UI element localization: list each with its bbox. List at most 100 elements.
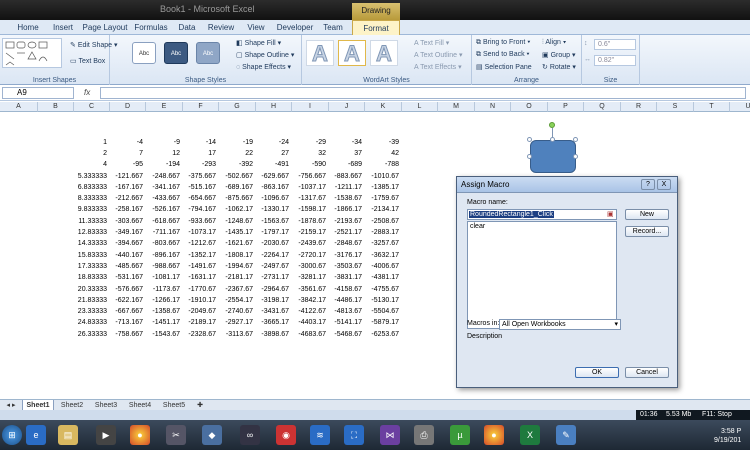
cell[interactable]: -375.667: [183, 171, 219, 183]
text-outline-button[interactable]: A Text Outline ▾: [414, 51, 463, 59]
cancel-button[interactable]: Cancel: [625, 367, 669, 378]
cell[interactable]: -1037.17: [292, 182, 329, 194]
chrome-icon[interactable]: ●: [130, 425, 150, 445]
cell[interactable]: -6253.67: [365, 329, 402, 341]
cell[interactable]: -2508.67: [365, 216, 402, 228]
cell[interactable]: -14: [183, 137, 219, 149]
cell[interactable]: -3000.67: [292, 261, 329, 273]
cell[interactable]: 15.83333: [74, 250, 110, 262]
cell[interactable]: -4006.67: [365, 261, 402, 273]
formula-input[interactable]: [100, 87, 746, 99]
shape-fill-button[interactable]: ◧ Shape Fill ▾: [236, 39, 281, 47]
cell[interactable]: 14.33333: [74, 238, 110, 250]
shape-style-3[interactable]: Abc: [196, 42, 220, 64]
cell[interactable]: -2159.17: [292, 227, 329, 239]
rounded-rectangle-shape[interactable]: [530, 140, 576, 173]
start-icon[interactable]: ⊞: [2, 425, 22, 445]
cell[interactable]: 24.83333: [74, 317, 110, 329]
stop-hint[interactable]: F11: Stop: [702, 411, 732, 418]
cell[interactable]: -4486.17: [329, 295, 365, 307]
cell[interactable]: -485.667: [110, 261, 146, 273]
text-fill-button[interactable]: A Text Fill ▾: [414, 39, 449, 47]
cell[interactable]: -713.167: [110, 317, 146, 329]
group-button[interactable]: ▣ Group ▾: [542, 51, 576, 59]
column-header-l[interactable]: L: [402, 102, 438, 112]
cell[interactable]: -248.667: [146, 171, 183, 183]
cube-icon[interactable]: ◆: [202, 425, 222, 445]
cell[interactable]: -3632.17: [365, 250, 402, 262]
cell[interactable]: -711.167: [146, 227, 183, 239]
cell[interactable]: -2367.67: [219, 284, 256, 296]
cell[interactable]: -2328.67: [183, 329, 219, 341]
visual-studio-icon[interactable]: ⋈: [380, 425, 400, 445]
resize-handle-top-right[interactable]: [573, 137, 578, 142]
column-header-c[interactable]: C: [74, 102, 110, 112]
cell[interactable]: -2927.17: [219, 317, 256, 329]
cell[interactable]: 1: [74, 137, 110, 149]
printer-icon[interactable]: ⎙: [414, 425, 434, 445]
cell[interactable]: -4813.67: [329, 306, 365, 318]
cell[interactable]: 11.33333: [74, 216, 110, 228]
cell[interactable]: -2883.17: [365, 227, 402, 239]
cell[interactable]: -654.667: [183, 193, 219, 205]
cell[interactable]: -502.667: [219, 171, 256, 183]
cell[interactable]: -3842.17: [292, 295, 329, 307]
column-header-u[interactable]: U: [730, 102, 750, 112]
tab-review[interactable]: Review: [202, 20, 240, 35]
utorrent-icon[interactable]: µ: [450, 425, 470, 445]
cell[interactable]: -1352.17: [183, 250, 219, 262]
cell[interactable]: -2731.17: [256, 272, 292, 284]
resize-handle-left[interactable]: [527, 154, 532, 159]
chrome-icon-2[interactable]: ●: [484, 425, 504, 445]
cell[interactable]: -1212.67: [183, 238, 219, 250]
cell[interactable]: -758.667: [110, 329, 146, 341]
cell[interactable]: -2720.17: [292, 250, 329, 262]
cell[interactable]: -3831.17: [329, 272, 365, 284]
help-button[interactable]: ?: [641, 179, 655, 190]
cell[interactable]: 5.333333: [74, 171, 110, 183]
cell[interactable]: -1330.17: [256, 204, 292, 216]
column-header-r[interactable]: R: [621, 102, 657, 112]
column-header-g[interactable]: G: [219, 102, 256, 112]
cell[interactable]: 27: [256, 148, 292, 160]
system-clock[interactable]: 3:58 P 9/19/201: [714, 427, 741, 445]
cell[interactable]: -1358.67: [146, 306, 183, 318]
resize-handle-top[interactable]: [550, 137, 555, 142]
column-header-p[interactable]: P: [548, 102, 584, 112]
cell[interactable]: -95: [110, 159, 146, 171]
shape-style-2[interactable]: Abc: [164, 42, 188, 64]
ie-icon[interactable]: e: [26, 425, 46, 445]
column-header-q[interactable]: Q: [584, 102, 621, 112]
cell[interactable]: 42: [365, 148, 402, 160]
cell[interactable]: -433.667: [146, 193, 183, 205]
cell[interactable]: -19: [219, 137, 256, 149]
cell[interactable]: -5468.67: [329, 329, 365, 341]
cell[interactable]: -4683.67: [292, 329, 329, 341]
close-button[interactable]: X: [657, 179, 671, 190]
cell[interactable]: -667.667: [110, 306, 146, 318]
shape-height-input[interactable]: 0.6": [594, 39, 636, 50]
shape-width-input[interactable]: 0.82": [594, 55, 636, 66]
cell[interactable]: -4158.67: [329, 284, 365, 296]
cell[interactable]: -1081.17: [146, 272, 183, 284]
cell[interactable]: -4: [110, 137, 146, 149]
cell[interactable]: -3176.17: [329, 250, 365, 262]
db-icon[interactable]: ◉: [276, 425, 296, 445]
media-icon[interactable]: ▶: [96, 425, 116, 445]
resize-handle-top-left[interactable]: [527, 137, 532, 142]
cell[interactable]: 17.33333: [74, 261, 110, 273]
column-header-t[interactable]: T: [694, 102, 730, 112]
cell[interactable]: -531.167: [110, 272, 146, 284]
column-header-f[interactable]: F: [183, 102, 219, 112]
cell[interactable]: -4122.67: [292, 306, 329, 318]
record-button[interactable]: Record...: [625, 226, 669, 237]
cell[interactable]: -34: [329, 137, 365, 149]
cell[interactable]: -2181.17: [219, 272, 256, 284]
cell[interactable]: -341.167: [146, 182, 183, 194]
shape-style-1[interactable]: Abc: [132, 42, 156, 64]
cell[interactable]: -349.167: [110, 227, 146, 239]
cell[interactable]: -1491.67: [183, 261, 219, 273]
cell[interactable]: -9: [146, 137, 183, 149]
column-header-d[interactable]: D: [110, 102, 146, 112]
cell[interactable]: -121.667: [110, 171, 146, 183]
